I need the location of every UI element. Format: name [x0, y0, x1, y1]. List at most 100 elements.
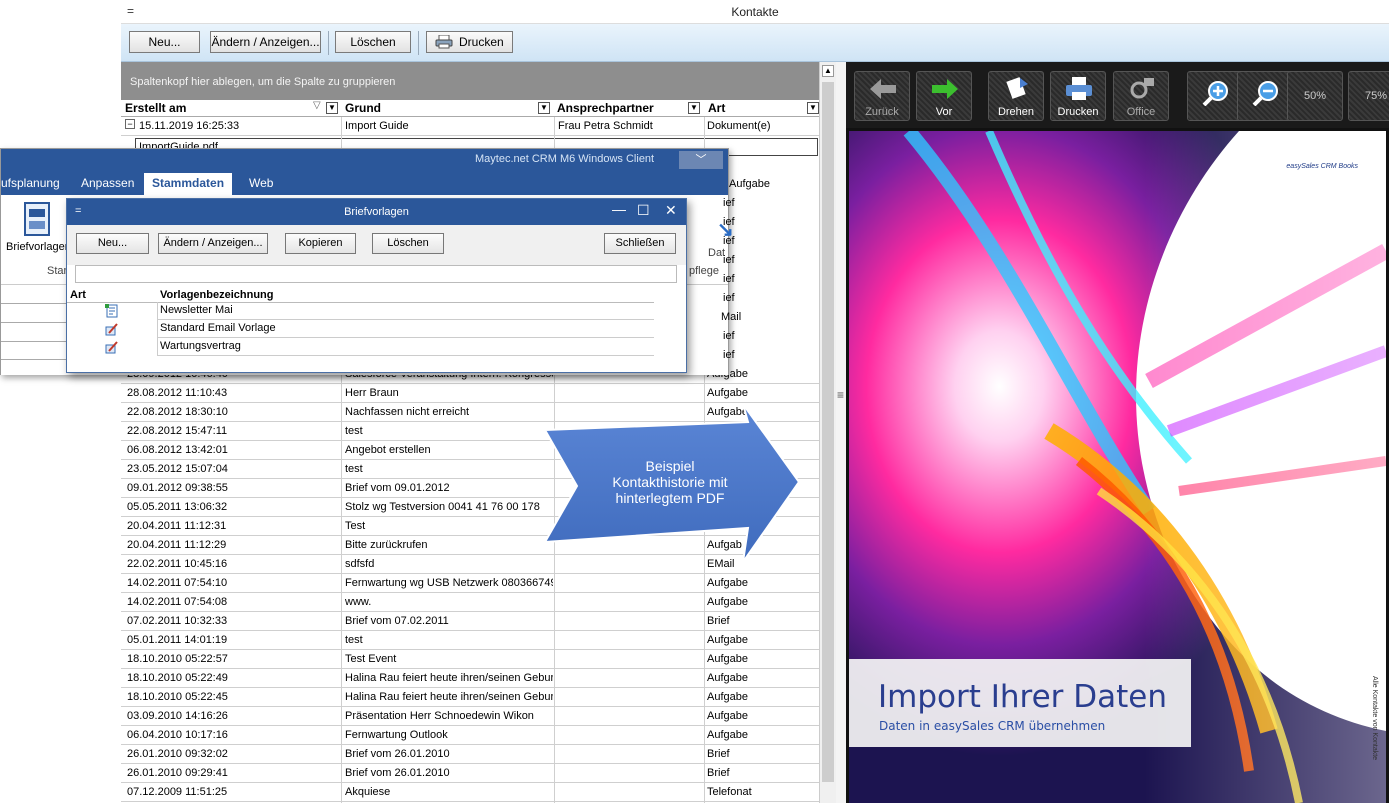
collapse-icon[interactable]: − [125, 119, 135, 129]
table-row[interactable]: 26.01.2010 09:32:02 Brief vom 26.01.2010 B… [121, 745, 819, 764]
briefvorlagen-ribbon-button[interactable]: Briefvorlagen [5, 199, 71, 259]
grid-scrollbar[interactable]: ▲ [819, 62, 836, 803]
pdf-side-note: Alle Kontakte von Kontakte [1371, 676, 1378, 761]
cell-art: Telefonat [707, 786, 752, 798]
delete-template-button[interactable]: Löschen [372, 233, 444, 254]
tab-anpassen[interactable]: Anpassen [81, 176, 134, 190]
callout-line: hinterlegtem PDF [615, 490, 725, 506]
cell-grund: Akquiese [345, 786, 391, 798]
table-row[interactable]: 18.10.2010 05:22:57 Test Event Aufgabe [121, 650, 819, 669]
dialog-title: Briefvorlagen [344, 206, 409, 218]
new-button[interactable]: Neu... [129, 31, 200, 53]
edit-template-button[interactable]: Ändern / Anzeigen... [158, 233, 268, 254]
template-search-input[interactable] [75, 265, 677, 283]
cell-grund: Fernwartung wg USB Netzwerk 080366749 [345, 577, 553, 589]
zoom-75-label: 75% [1364, 90, 1388, 102]
table-row[interactable]: 28.08.2012 11:10:43 Herr Braun Aufgabe [121, 384, 819, 403]
cell-date: 26.01.2010 09:32:02 [127, 748, 228, 760]
table-row[interactable]: 18.10.2010 05:22:45 Halina Rau feiert heu… [121, 688, 819, 707]
cell-date: 15.11.2019 16:25:33 [139, 120, 240, 132]
close-icon[interactable]: ✕ [665, 202, 677, 219]
table-row[interactable]: 05.01.2011 14:01:19 test Aufgabe [121, 631, 819, 650]
cell-date: 06.04.2010 10:17:16 [127, 729, 228, 741]
column-header-erstellt[interactable]: Erstellt am [125, 101, 186, 115]
list-item[interactable]: Standard Email Vorlage [157, 320, 654, 338]
cell-art: Aufgabe [707, 691, 748, 703]
cell-grund: Brief vom 07.02.2011 [345, 615, 449, 627]
callout-line: Kontakthistorie mit [612, 474, 728, 490]
cell-art-partial: ief [723, 216, 735, 228]
copy-template-button[interactable]: Kopieren [285, 233, 356, 254]
maximize-icon[interactable]: ☐ [637, 202, 650, 219]
table-row[interactable]: 06.04.2010 10:17:16 Fernwartung Outlook Au… [121, 726, 819, 745]
cell-date: 18.10.2010 05:22:49 [127, 672, 228, 684]
column-header-art[interactable]: Art [70, 289, 86, 301]
splitter-grip-icon[interactable]: ≡ [837, 388, 844, 402]
minimize-icon[interactable]: — [612, 201, 626, 217]
cell-grund: www. [345, 596, 372, 608]
zoom-50-button[interactable]: 50% [1287, 71, 1343, 121]
filter-dropdown-icon[interactable]: ▼ [688, 102, 700, 114]
printer-icon [435, 35, 453, 49]
print-button-label: Drucken [459, 35, 504, 49]
rotate-button[interactable]: Drehen [988, 71, 1044, 121]
column-header-ansprechpartner[interactable]: Ansprechpartner [557, 101, 654, 115]
chevron-down-icon[interactable]: ﹀ [679, 151, 723, 169]
group-by-area[interactable]: Spaltenkopf hier ablegen, um die Spalte … [121, 62, 819, 100]
cell-date: 20.04.2011 11:12:29 [127, 539, 227, 551]
table-row[interactable]: 26.01.2010 09:29:41 Brief vom 26.01.2010 B… [121, 764, 819, 783]
scroll-thumb[interactable] [822, 82, 834, 782]
filter-dropdown-icon[interactable]: ▼ [538, 102, 550, 114]
tab-web[interactable]: Web [249, 176, 273, 190]
office-button[interactable]: Office [1113, 71, 1169, 121]
new-template-button[interactable]: Neu... [76, 233, 149, 254]
divider [1, 341, 67, 342]
cell-art: Aufgabe [707, 634, 748, 646]
delete-button[interactable]: Löschen [335, 31, 411, 53]
list-item[interactable]: Wartungsvertrag [157, 338, 654, 356]
pane-splitter[interactable]: ≡ [836, 62, 846, 803]
cell-art-partial: ief [723, 235, 735, 247]
forward-button[interactable]: Vor [916, 71, 972, 121]
cell-grund: test [345, 425, 363, 437]
print-button[interactable]: Drucken [426, 31, 513, 53]
template-name: Wartungsvertrag [160, 340, 241, 352]
cell-grund: Nachfassen nicht erreicht [345, 406, 470, 418]
cell-date: 18.10.2010 05:22:45 [127, 691, 228, 703]
back-button[interactable]: Zurück [854, 71, 910, 121]
table-row[interactable]: 07.02.2011 10:32:33 Brief vom 07.02.2011 B… [121, 612, 819, 631]
cell-date: 14.02.2011 07:54:08 [127, 596, 228, 608]
scroll-up-icon[interactable]: ▲ [822, 65, 834, 77]
divider [1, 303, 67, 304]
zoom-in-button[interactable] [1187, 71, 1243, 121]
list-item[interactable]: Newsletter Mai [157, 302, 654, 320]
filter-dropdown-icon[interactable]: ▼ [807, 102, 819, 114]
column-header-art[interactable]: Art [708, 101, 725, 115]
main-toolbar: Neu... Ändern / Anzeigen... Löschen Druc… [121, 24, 1389, 62]
cell-partner: Frau Petra Schmidt [558, 120, 653, 132]
zoom-in-icon [1202, 81, 1228, 106]
filter-dropdown-icon[interactable]: ▼ [326, 102, 338, 114]
cell-art: Aufgabe [707, 710, 748, 722]
zoom-75-button[interactable]: 75% [1348, 71, 1389, 121]
table-row[interactable]: 07.12.2009 11:51:25 Akquiese Telefonat [121, 783, 819, 802]
column-header-bezeichnung[interactable]: Vorlagenbezeichnung [160, 289, 273, 301]
cell-date: 07.02.2011 10:32:33 [127, 615, 228, 627]
zoom-out-button[interactable] [1237, 71, 1293, 121]
tab-stammdaten[interactable]: Stammdaten [144, 173, 233, 195]
cell-art-partial: ief [723, 330, 735, 342]
callout-line: Beispiel [645, 458, 695, 474]
pdf-print-button[interactable]: Drucken [1050, 71, 1106, 121]
arrow-right-icon [932, 79, 958, 99]
column-header-grund[interactable]: Grund [345, 101, 381, 115]
cell-date: 07.12.2009 11:51:25 [127, 786, 228, 798]
edit-view-button[interactable]: Ändern / Anzeigen... [210, 31, 321, 53]
table-row[interactable]: − 15.11.2019 16:25:33 Import Guide Frau … [121, 117, 819, 136]
table-row[interactable]: 03.09.2010 14:16:26 Präsentation Herr Sch… [121, 707, 819, 726]
table-row[interactable]: 14.02.2011 07:54:10 Fernwartung wg USB Ne… [121, 574, 819, 593]
table-row[interactable]: 18.10.2010 05:22:49 Halina Rau feiert heu… [121, 669, 819, 688]
table-row[interactable]: 14.02.2011 07:54:08 www. Aufgabe [121, 593, 819, 612]
tab-planung[interactable]: ufsplanung [1, 176, 60, 190]
cell-art-partial: ief [723, 273, 735, 285]
close-dialog-button[interactable]: Schließen [604, 233, 676, 254]
